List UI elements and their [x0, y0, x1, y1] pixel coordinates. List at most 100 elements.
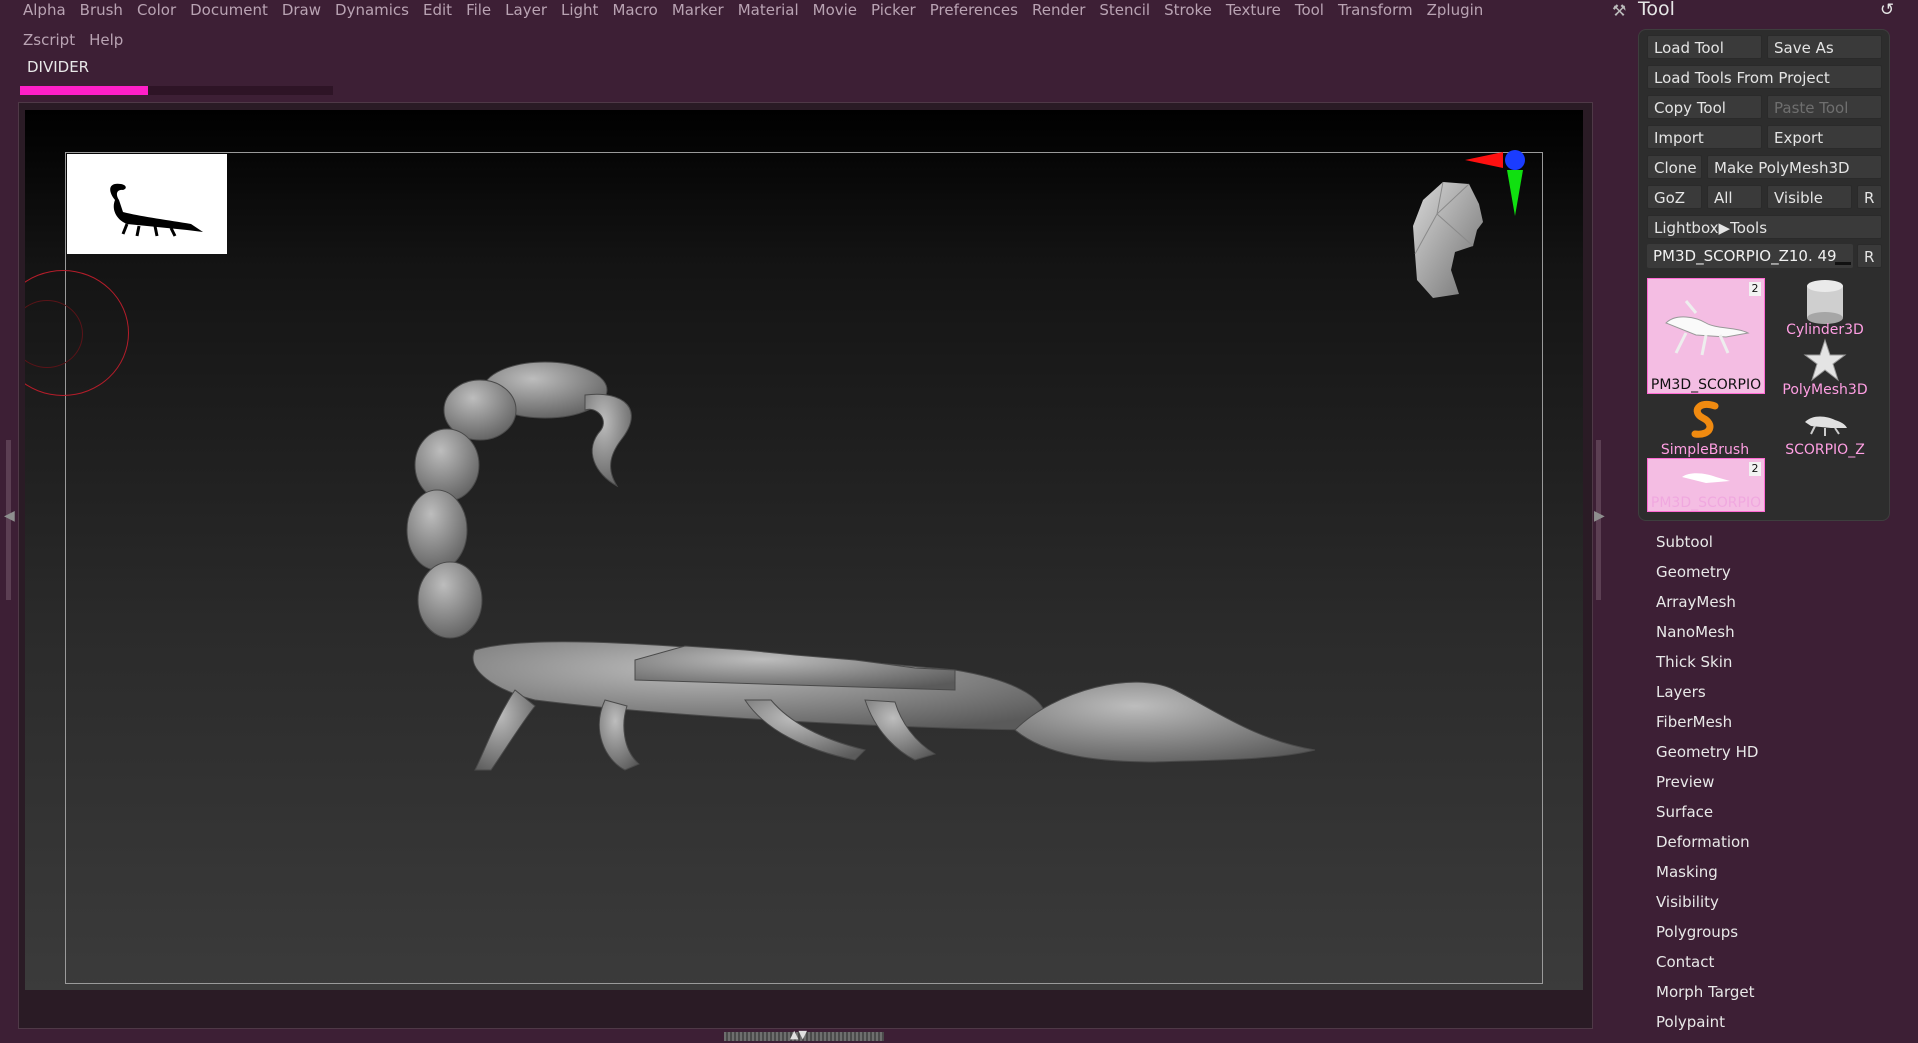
current-tool-slider[interactable]: PM3D_SCORPIO_Z10. 49 [1647, 244, 1853, 268]
menu-layer[interactable]: Layer [498, 1, 554, 19]
progress-fill [20, 86, 149, 95]
subpalette-masking[interactable]: Masking [1656, 863, 1718, 881]
tool-palette: Load Tool Save As Load Tools From Projec… [1638, 29, 1890, 521]
menu-picker[interactable]: Picker [864, 1, 923, 19]
axis-gizmo[interactable] [1465, 148, 1555, 228]
menu-brush[interactable]: Brush [73, 1, 130, 19]
copy-tool-button[interactable]: Copy Tool [1647, 95, 1762, 119]
tile-label: PolyMesh3D [1782, 382, 1868, 398]
thumbnail-silhouette-icon [110, 183, 203, 237]
tile-label: PM3D_SCORPIO [1650, 377, 1762, 393]
menu-stroke[interactable]: Stroke [1157, 1, 1219, 19]
tool-tile-simplebrush[interactable]: SimpleBrush [1647, 398, 1763, 458]
menu-alpha[interactable]: Alpha [16, 1, 73, 19]
clone-button[interactable]: Clone [1647, 155, 1702, 179]
subpalette-subtool[interactable]: Subtool [1656, 533, 1713, 551]
menu-material[interactable]: Material [731, 1, 806, 19]
menu-movie[interactable]: Movie [806, 1, 864, 19]
star-icon [1803, 338, 1847, 382]
subpalette-geometry-hd[interactable]: Geometry HD [1656, 743, 1758, 761]
tool-tile-polymesh3d[interactable]: PolyMesh3D [1767, 338, 1883, 398]
y-axis-arrow [1507, 170, 1523, 216]
menu-render[interactable]: Render [1025, 1, 1092, 19]
export-button[interactable]: Export [1767, 125, 1882, 149]
goz-button[interactable]: GoZ [1647, 185, 1702, 209]
menu-color[interactable]: Color [130, 1, 183, 19]
tool-palette-title: Tool [1638, 0, 1675, 20]
current-tool-r-button[interactable]: R [1857, 244, 1882, 268]
z-axis-ball [1505, 150, 1525, 170]
current-tool-name: PM3D_SCORPIO_Z10. 49 [1653, 247, 1837, 265]
goz-all-button[interactable]: All [1707, 185, 1762, 209]
subpalette-nanomesh[interactable]: NanoMesh [1656, 623, 1735, 641]
refresh-icon[interactable]: ↺ [1880, 0, 1894, 20]
menu-tool[interactable]: Tool [1288, 1, 1331, 19]
menu-document[interactable]: Document [183, 1, 275, 19]
make-polymesh3d-button[interactable]: Make PolyMesh3D [1707, 155, 1882, 179]
menu-dynamics[interactable]: Dynamics [328, 1, 416, 19]
menu-help[interactable]: Help [82, 31, 130, 49]
menu-zplugin[interactable]: Zplugin [1420, 1, 1491, 19]
tile-label: SimpleBrush [1660, 442, 1750, 458]
cylinder-icon [1807, 280, 1843, 324]
menu-bar: Alpha Brush Color Document Draw Dynamics… [0, 0, 1600, 64]
expand-collapse-icon[interactable]: ▲▼ [790, 1029, 807, 1040]
lightbox-tools-button[interactable]: Lightbox▶Tools [1647, 215, 1882, 239]
tool-tile-cylinder3d[interactable]: Cylinder3D [1767, 278, 1883, 338]
left-tray-handle[interactable]: ◀ [4, 440, 15, 600]
goz-visible-button[interactable]: Visible [1767, 185, 1852, 209]
subpalette-layers[interactable]: Layers [1656, 683, 1706, 701]
chevron-right-icon: ▶ [1594, 508, 1605, 524]
slider-knob[interactable] [1835, 262, 1851, 265]
subpalette-preview[interactable]: Preview [1656, 773, 1714, 791]
menu-stencil[interactable]: Stencil [1092, 1, 1157, 19]
subpalette-polypaint[interactable]: Polypaint [1656, 1013, 1725, 1031]
menu-edit[interactable]: Edit [416, 1, 459, 19]
subpalette-geometry[interactable]: Geometry [1656, 563, 1731, 581]
simplebrush-icon [1691, 401, 1719, 438]
subtool-count-badge: 2 [1749, 462, 1761, 476]
menu-light[interactable]: Light [554, 1, 605, 19]
goz-r-button[interactable]: R [1857, 185, 1882, 209]
paste-tool-button[interactable]: Paste Tool [1767, 95, 1882, 119]
subpalette-fibermesh[interactable]: FiberMesh [1656, 713, 1732, 731]
tile-label: PM3D_SCORPIO [1650, 495, 1762, 511]
subpalette-visibility[interactable]: Visibility [1656, 893, 1719, 911]
subpalette-polygroups[interactable]: Polygroups [1656, 923, 1738, 941]
menu-transform[interactable]: Transform [1331, 1, 1420, 19]
menu-draw[interactable]: Draw [275, 1, 328, 19]
menu-zscript[interactable]: Zscript [16, 31, 82, 49]
subpalette-contact[interactable]: Contact [1656, 953, 1714, 971]
load-tool-button[interactable]: Load Tool [1647, 35, 1762, 59]
tool-tile-pm3d-scorpio[interactable]: 2 PM3D_SCORPIO [1647, 278, 1765, 394]
menu-row-2: Zscript Help [16, 26, 130, 54]
status-label: DIVIDER [27, 58, 90, 76]
menu-texture[interactable]: Texture [1219, 1, 1288, 19]
scorpion-thumbnail-icon [1665, 300, 1750, 356]
subpalette-surface[interactable]: Surface [1656, 803, 1713, 821]
subpalette-deformation[interactable]: Deformation [1656, 833, 1750, 851]
chevron-left-icon: ◀ [4, 508, 15, 524]
tile-label: Cylinder3D [1786, 322, 1864, 338]
tile-label: SCORPIO_Z [1785, 442, 1865, 458]
menu-marker[interactable]: Marker [665, 1, 731, 19]
x-axis-arrow [1465, 152, 1503, 168]
menu-file[interactable]: File [459, 1, 498, 19]
right-tray-handle[interactable]: ▶ [1594, 440, 1605, 600]
import-button[interactable]: Import [1647, 125, 1762, 149]
subpalette-arraymesh[interactable]: ArrayMesh [1656, 593, 1736, 611]
menu-preferences[interactable]: Preferences [923, 1, 1025, 19]
save-as-button[interactable]: Save As [1767, 35, 1882, 59]
menu-macro[interactable]: Macro [605, 1, 664, 19]
tool-tile-scorpio-z[interactable]: SCORPIO_Z [1767, 398, 1883, 458]
tool-tile-pm3d-scorpio-2[interactable]: 2 PM3D_SCORPIO [1647, 458, 1765, 512]
scorpion-small-icon [1805, 416, 1847, 436]
subpalette-thick-skin[interactable]: Thick Skin [1656, 653, 1732, 671]
hammer-icon: ⚒ [1612, 1, 1627, 20]
viewport-frame [18, 102, 1593, 1029]
subpalette-morph-target[interactable]: Morph Target [1656, 983, 1755, 1001]
scorpion-model[interactable] [395, 350, 1395, 810]
navigation-thumbnail[interactable] [67, 154, 227, 254]
document-canvas[interactable] [25, 110, 1583, 990]
load-tools-from-project-button[interactable]: Load Tools From Project [1647, 65, 1882, 89]
